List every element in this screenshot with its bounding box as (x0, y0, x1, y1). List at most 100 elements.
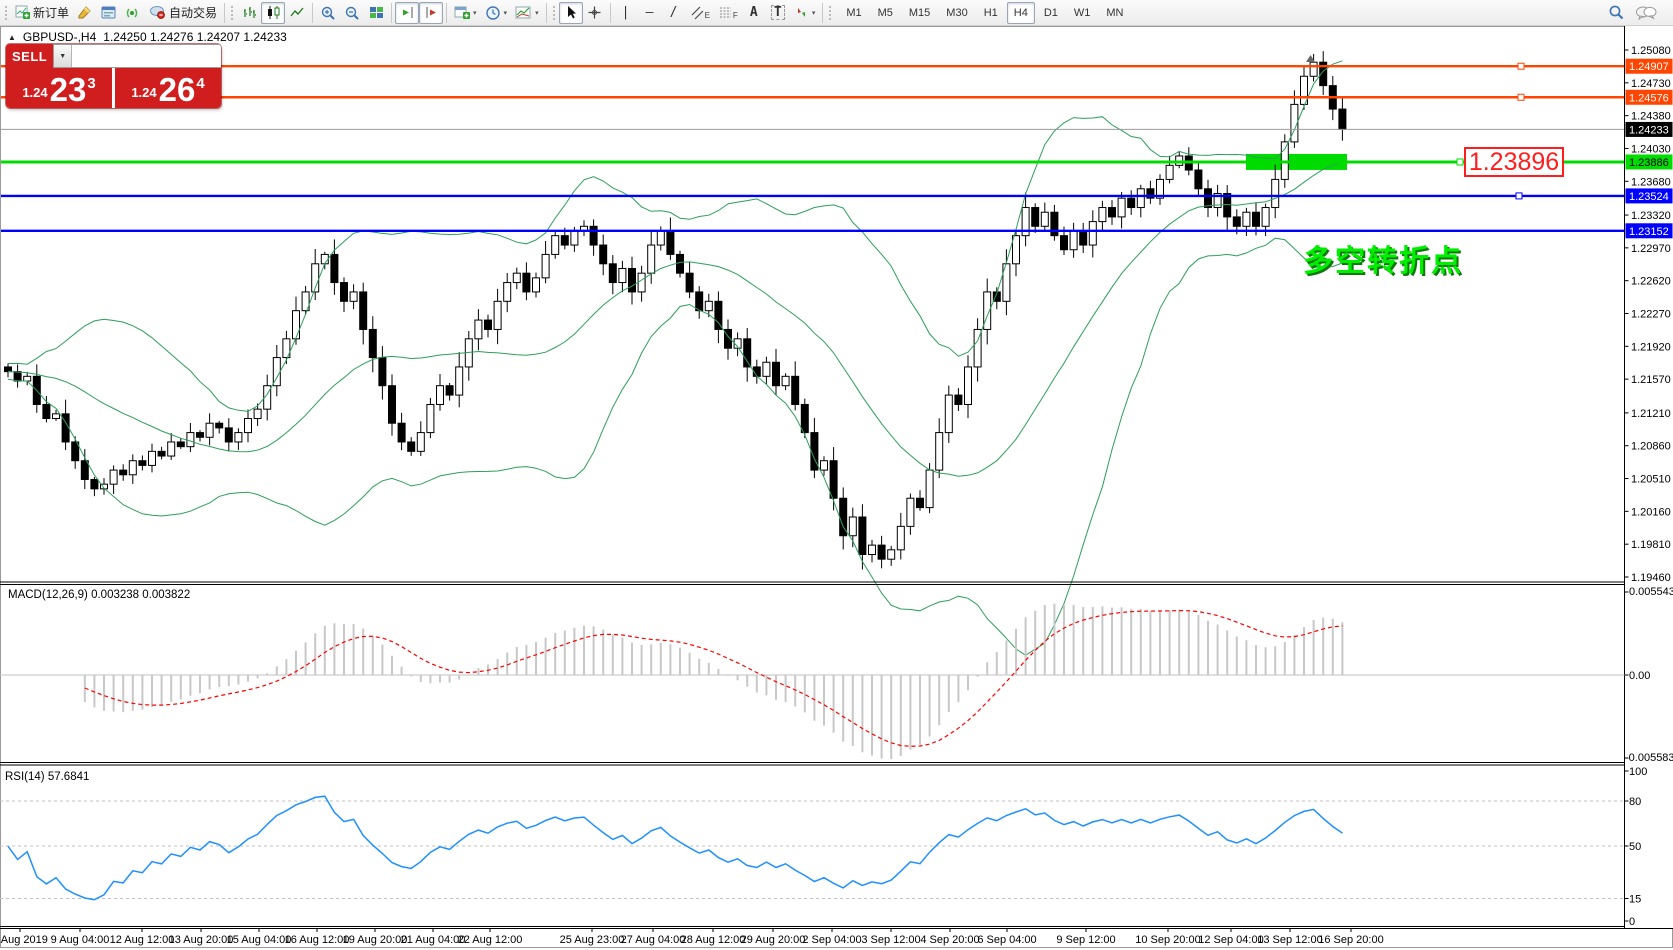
panel-divider-rsi[interactable] (0, 760, 1673, 766)
trendline-icon: / (670, 6, 678, 19)
svg-text:6 Sep 04:00: 6 Sep 04:00 (977, 934, 1036, 946)
fibonacci-tool-button[interactable]: F (714, 2, 742, 24)
chart-shift-button[interactable] (419, 2, 443, 24)
buy-price[interactable]: 1.24 26 4 (115, 68, 221, 108)
time-axis[interactable]: 7 Aug 20199 Aug 04:0012 Aug 12:0013 Aug … (0, 929, 1384, 947)
svg-text:15: 15 (1629, 894, 1641, 906)
one-click-trading-widget: SELL ▼ ▲ BUY 1.24 23 3 1.24 26 4 (6, 44, 221, 108)
line-chart-button[interactable] (285, 2, 309, 24)
timeframe-h4-button[interactable]: H4 (1007, 2, 1035, 24)
sell-price-big: 23 (50, 75, 87, 104)
auto-scroll-button[interactable] (395, 2, 419, 24)
autotrade-button[interactable]: 自动交易 (145, 2, 221, 24)
candle-chart-button[interactable] (261, 2, 285, 24)
metaeditor-button[interactable] (73, 2, 97, 24)
timeframe-mn-button[interactable]: MN (1099, 2, 1130, 24)
line-chart-icon (290, 5, 305, 20)
panel-divider-macd[interactable] (0, 580, 1673, 586)
fibonacci-letter: F (733, 11, 738, 20)
new-order-button[interactable]: 新订单 (11, 2, 73, 24)
chart-shift-icon (424, 5, 439, 20)
text-label-icon: T (771, 5, 785, 20)
collapse-widget-icon[interactable]: ▲ (8, 33, 16, 42)
zoom-out-icon (344, 5, 360, 21)
svg-text:13 Sep 12:00: 13 Sep 12:00 (1257, 934, 1322, 946)
chart-canvas[interactable]: 1.25080 1.24730 1.24380 1.24030 1.23680 1.233… (0, 26, 1673, 950)
horizontal-lines[interactable] (0, 63, 1625, 231)
timeframe-group: M1M5M15M30H1H4D1W1MN (839, 2, 1130, 24)
templates-button[interactable]: ▾ (511, 2, 543, 24)
crosshair-tool-button[interactable] (583, 2, 607, 24)
macd-panel (0, 604, 1625, 759)
timeframe-m15-button[interactable]: M15 (902, 2, 937, 24)
vertical-line-tool-button[interactable]: | (614, 2, 638, 24)
zoom-out-button[interactable] (340, 2, 364, 24)
sell-price[interactable]: 1.24 23 3 (6, 68, 112, 108)
svg-text:1.23680: 1.23680 (1631, 176, 1671, 188)
chevron-down-icon: ▾ (473, 9, 477, 17)
trendline-tool-button[interactable]: / (662, 2, 686, 24)
price-callout-box[interactable]: 1.23896 (1464, 147, 1564, 177)
svg-text:1.25080: 1.25080 (1631, 45, 1671, 57)
timeframe-h1-button[interactable]: H1 (977, 2, 1005, 24)
periods-button[interactable]: ▾ (481, 2, 512, 24)
search-icon[interactable] (1608, 4, 1625, 21)
svg-text:1.19810: 1.19810 (1631, 539, 1671, 551)
tile-windows-button[interactable] (364, 2, 388, 24)
symbol-ohlc: 1.24250 1.24276 1.24207 1.24233 (103, 30, 287, 44)
autotrade-icon (149, 4, 166, 22)
channel-icon (690, 5, 705, 20)
timeframe-m30-button[interactable]: M30 (939, 2, 974, 24)
svg-text:1.20860: 1.20860 (1631, 441, 1671, 453)
new-order-label: 新订单 (33, 4, 69, 21)
volume-input[interactable] (71, 45, 221, 67)
svg-text:1.23320: 1.23320 (1631, 210, 1671, 222)
toolbar-grip (828, 5, 833, 21)
toolbar: 新订单 自动交易 (0, 0, 1673, 26)
svg-text:1.24730: 1.24730 (1631, 78, 1671, 90)
svg-text:1.24380: 1.24380 (1631, 111, 1671, 123)
arrows-tool-button[interactable]: ▾ (790, 2, 820, 24)
price-scale[interactable]: 1.25080 1.24730 1.24380 1.24030 1.23680 1.233… (1625, 26, 1673, 928)
text-label-tool-button[interactable]: T (766, 2, 790, 24)
panel-divider-timeaxis[interactable] (0, 924, 1673, 930)
chart-window[interactable]: 1.25080 1.24730 1.24380 1.24030 1.23680 1.233… (0, 26, 1673, 950)
svg-text:1.20510: 1.20510 (1631, 474, 1671, 486)
svg-text:0.005543: 0.005543 (1629, 586, 1673, 598)
svg-text:1.21210: 1.21210 (1631, 408, 1671, 420)
chat-icon[interactable] (1635, 5, 1657, 21)
rsi-indicator-label: RSI(14) 57.6841 (5, 771, 89, 783)
volume-decrease-button[interactable]: ▼ (54, 45, 71, 67)
new-chart-icon (454, 5, 470, 20)
svg-text:1.24030: 1.24030 (1631, 143, 1671, 155)
bar-chart-button[interactable] (237, 2, 261, 24)
svg-text:12 Aug 12:00: 12 Aug 12:00 (110, 934, 175, 946)
svg-text:29 Aug 20:00: 29 Aug 20:00 (741, 934, 806, 946)
symbol-info: ▲ GBPUSD-,H4 1.24250 1.24276 1.24207 1.2… (8, 30, 287, 44)
terminal-button[interactable] (97, 2, 121, 24)
text-tool-button[interactable]: A (742, 2, 766, 24)
cursor-tool-button[interactable] (559, 2, 583, 24)
svg-text:2 Sep 04:00: 2 Sep 04:00 (802, 934, 861, 946)
line-anchor (1457, 159, 1463, 165)
timeframe-m1-button[interactable]: M1 (839, 2, 868, 24)
timeframe-m5-button[interactable]: M5 (871, 2, 900, 24)
zoom-in-button[interactable] (316, 2, 340, 24)
line-anchor (1518, 63, 1524, 69)
channel-letter: E (705, 11, 710, 20)
chart-text-note[interactable]: 多空转折点 (1303, 236, 1463, 280)
new-chart-button[interactable]: ▾ (450, 2, 481, 24)
svg-text:1.21570: 1.21570 (1631, 374, 1671, 386)
timeframe-w1-button[interactable]: W1 (1067, 2, 1098, 24)
svg-text:1.23152: 1.23152 (1629, 226, 1669, 238)
candle-chart-icon (266, 5, 281, 20)
signals-button[interactable] (121, 2, 145, 24)
svg-text:27 Aug 04:00: 27 Aug 04:00 (621, 934, 686, 946)
sell-button[interactable]: SELL (6, 44, 53, 68)
toolbar-grip (552, 5, 557, 21)
new-order-icon (15, 4, 30, 22)
channel-tool-button[interactable]: E (686, 2, 714, 24)
timeframe-d1-button[interactable]: D1 (1037, 2, 1065, 24)
horizontal-line-tool-button[interactable]: — (638, 2, 662, 24)
svg-text:28 Aug 12:00: 28 Aug 12:00 (681, 934, 746, 946)
